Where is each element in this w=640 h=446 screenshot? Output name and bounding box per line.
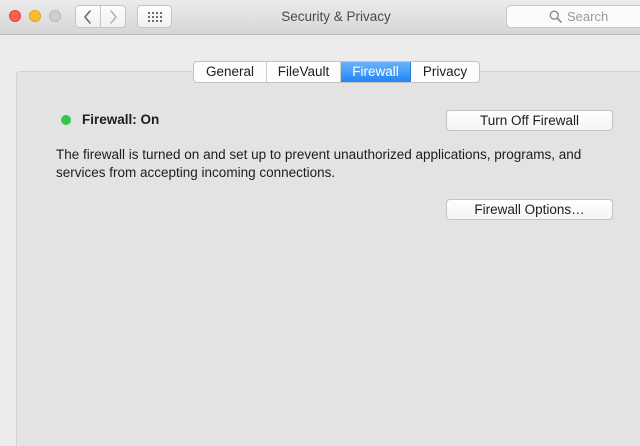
forward-button[interactable] bbox=[100, 5, 126, 28]
firewall-options-button[interactable]: Firewall Options… bbox=[446, 199, 613, 220]
turn-off-firewall-button[interactable]: Turn Off Firewall bbox=[446, 110, 613, 131]
preferences-window: Security & Privacy General FileVault Fir… bbox=[0, 0, 640, 446]
window-toolbar: Security & Privacy bbox=[0, 0, 640, 35]
chevron-left-icon bbox=[84, 9, 91, 24]
tab-privacy[interactable]: Privacy bbox=[411, 62, 479, 82]
firewall-description: The firewall is turned on and set up to … bbox=[56, 147, 582, 180]
window-title: Security & Privacy bbox=[281, 9, 391, 24]
tab-firewall[interactable]: Firewall bbox=[341, 62, 411, 82]
chevron-right-icon bbox=[110, 9, 117, 24]
back-button[interactable] bbox=[75, 5, 101, 28]
grid-icon bbox=[147, 11, 162, 22]
tab-bar: General FileVault Firewall Privacy bbox=[193, 61, 480, 83]
tab-general[interactable]: General bbox=[194, 62, 267, 82]
close-window-button[interactable] bbox=[9, 10, 21, 22]
search-icon bbox=[549, 10, 562, 23]
firewall-status-label: Firewall: On bbox=[82, 112, 160, 127]
search-field[interactable] bbox=[506, 5, 640, 28]
tab-filevault[interactable]: FileVault bbox=[267, 62, 341, 82]
zoom-window-button bbox=[49, 10, 61, 22]
minimize-window-button[interactable] bbox=[29, 10, 41, 22]
firewall-status-indicator bbox=[61, 115, 71, 125]
show-all-button[interactable] bbox=[137, 5, 172, 28]
search-input[interactable] bbox=[567, 7, 639, 26]
